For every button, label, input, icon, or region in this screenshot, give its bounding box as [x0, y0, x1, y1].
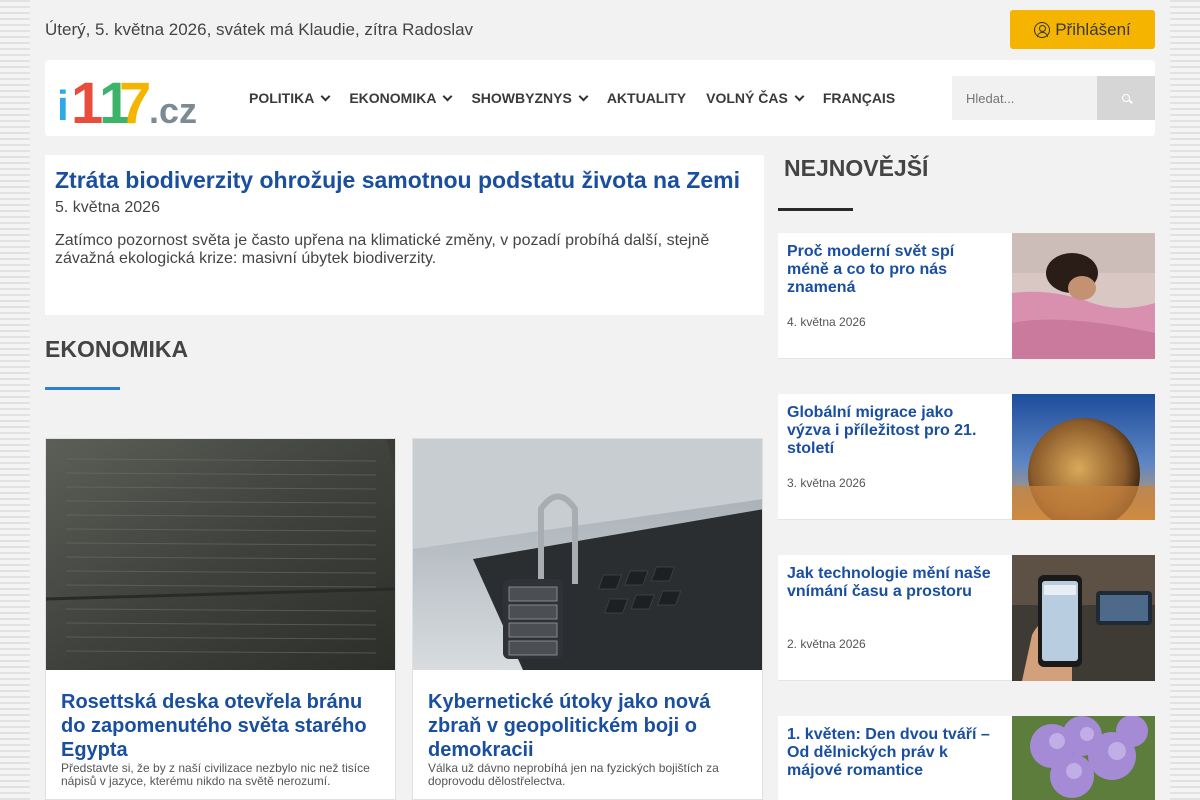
- rosetta-stone-image[interactable]: [46, 439, 395, 670]
- sidebar-article-title[interactable]: Proč moderní svět spí méně a co to pro n…: [787, 243, 997, 297]
- lilac-flowers-image[interactable]: [1012, 716, 1155, 800]
- nav-label: POLITIKA: [249, 90, 315, 106]
- chevron-down-icon: [578, 91, 589, 101]
- logo-letter-i: i: [57, 82, 69, 129]
- search-icon: [1122, 94, 1130, 102]
- nav-item-ekonomika[interactable]: EKONOMIKA: [349, 90, 453, 106]
- topbar: Úterý, 5. května 2026, svátek má Klaudie…: [45, 10, 1155, 50]
- background-left: [0, 0, 30, 800]
- sidebar-article-title[interactable]: Jak technologie mění naše vnímání času a…: [787, 565, 997, 601]
- card-title[interactable]: Kybernetické útoky jako nová zbraň v geo…: [413, 670, 762, 762]
- section-underline: [778, 208, 853, 211]
- date-nameday-line: Úterý, 5. května 2026, svátek má Klaudie…: [45, 20, 474, 39]
- phone-in-hand-image[interactable]: [1012, 555, 1155, 681]
- nav-label: FRANÇAIS: [822, 90, 896, 106]
- logo-digit-1: 1: [71, 71, 103, 136]
- user-icon: [1034, 21, 1051, 38]
- main-nav: POLITIKA EKONOMIKA SHOWBYZNYS AKTUALITY …: [249, 60, 915, 136]
- chevron-down-icon: [443, 91, 453, 101]
- card-excerpt: Válka už dávno neprobíhá jen na fyzickýc…: [428, 761, 719, 788]
- logo-digit-7: 7: [119, 71, 152, 136]
- card-title[interactable]: Rosettská deska otevřela bránu do zapome…: [46, 670, 395, 762]
- sidebar-article-date: 4. května 2026: [787, 315, 866, 329]
- section-underline: [45, 387, 120, 390]
- site-header: i 1 1 7 .cz POLITIKA EKONOMIKA SHOWBYZNY…: [45, 60, 1155, 136]
- section-heading-nejnovejsi: NEJNOVĚJŠÍ: [784, 155, 929, 181]
- nav-label: SHOWBYZNYS: [471, 90, 572, 106]
- featured-article[interactable]: Ztráta biodiverzity ohrožuje samotnou po…: [45, 155, 764, 315]
- featured-date: 5. května 2026: [55, 199, 160, 216]
- nav-item-politika[interactable]: POLITIKA: [249, 90, 331, 106]
- search-button[interactable]: [1097, 76, 1155, 120]
- card-excerpt: Představte si, že by z naší civilizace n…: [61, 761, 370, 788]
- sidebar-article[interactable]: Proč moderní svět spí méně a co to pro n…: [778, 233, 1155, 359]
- nav-item-aktuality[interactable]: AKTUALITY: [607, 90, 686, 106]
- site-logo[interactable]: i 1 1 7 .cz: [57, 70, 197, 136]
- sidebar-article[interactable]: Globální migrace jako výzva i příležitos…: [778, 394, 1155, 520]
- logo-tld: .cz: [149, 90, 198, 131]
- search-form: [952, 76, 1155, 120]
- nav-item-volny-cas[interactable]: VOLNÝ ČAS: [706, 90, 805, 106]
- login-button[interactable]: Přihlášení: [1010, 10, 1155, 49]
- nav-label: VOLNÝ ČAS: [706, 90, 788, 106]
- laptop-padlock-image[interactable]: [413, 439, 762, 670]
- article-card[interactable]: Kybernetické útoky jako nová zbraň v geo…: [412, 438, 763, 800]
- featured-excerpt: Zatímco pozornost světa je často upřena …: [55, 232, 710, 267]
- nav-item-showbyznys[interactable]: SHOWBYZNYS: [471, 90, 589, 106]
- sidebar-article-date: 3. května 2026: [787, 476, 866, 490]
- search-input[interactable]: [952, 76, 1097, 120]
- earth-water-image[interactable]: [1012, 394, 1155, 520]
- nav-label: AKTUALITY: [606, 90, 687, 106]
- nav-label: EKONOMIKA: [349, 90, 437, 106]
- sidebar-article-title[interactable]: 1. květen: Den dvou tváří – Od dělnickýc…: [787, 726, 997, 780]
- featured-title[interactable]: Ztráta biodiverzity ohrožuje samotnou po…: [55, 165, 754, 196]
- section-heading-ekonomika: EKONOMIKA: [45, 336, 189, 362]
- article-card[interactable]: Rosettská deska otevřela bránu do zapome…: [45, 438, 396, 800]
- sidebar-article[interactable]: Jak technologie mění naše vnímání času a…: [778, 555, 1155, 681]
- login-label: Přihlášení: [1055, 19, 1131, 39]
- sidebar-article-title[interactable]: Globální migrace jako výzva i příležitos…: [787, 404, 997, 458]
- nav-item-francais[interactable]: FRANÇAIS: [823, 90, 895, 106]
- chevron-down-icon: [320, 91, 331, 101]
- sleeping-woman-image[interactable]: [1012, 233, 1155, 359]
- sidebar-article-date: 2. května 2026: [787, 637, 866, 651]
- page-container: Úterý, 5. května 2026, svátek má Klaudie…: [30, 0, 1170, 800]
- chevron-down-icon: [794, 91, 805, 101]
- sidebar-article[interactable]: 1. květen: Den dvou tváří – Od dělnickýc…: [778, 716, 1155, 800]
